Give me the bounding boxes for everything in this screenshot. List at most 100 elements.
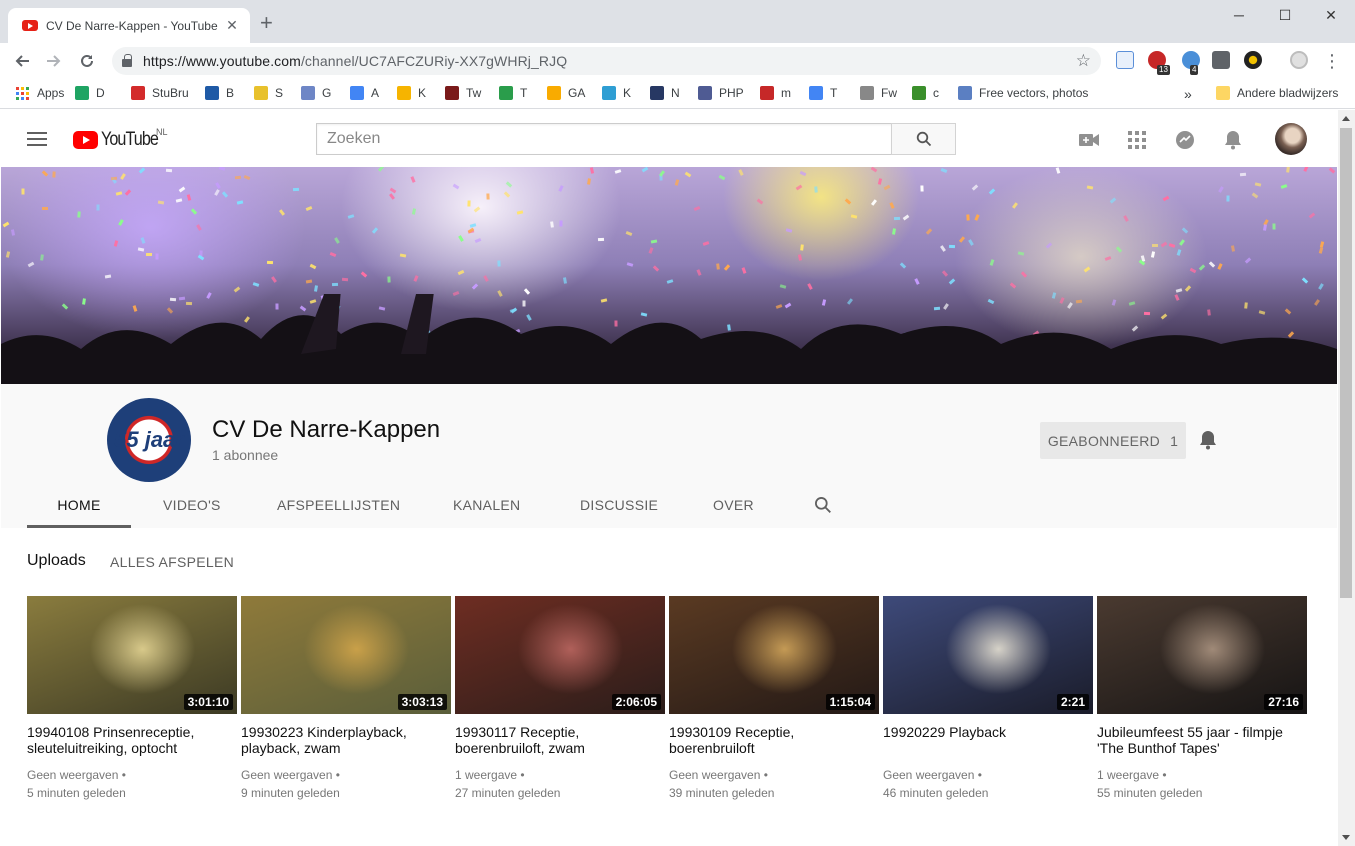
video-card[interactable]: 3:01:10 19940108 Prinsenreceptie, sleutel… xyxy=(27,596,237,802)
browser-tab[interactable]: CV De Narre-Kappen - YouTube ✕ xyxy=(8,8,250,43)
messages-icon[interactable] xyxy=(1173,128,1197,152)
video-card[interactable]: 27:16 Jubileumfeest 55 jaar - filmpje 'Th… xyxy=(1097,596,1307,802)
bookmark-item[interactable]: A xyxy=(350,86,379,100)
bookmarks-overflow-button[interactable]: » xyxy=(1184,86,1192,102)
browser-menu-icon[interactable]: ⋮ xyxy=(1320,49,1344,73)
page-scrollbar[interactable] xyxy=(1338,110,1355,846)
uploads-title[interactable]: Uploads xyxy=(27,552,86,570)
close-window-button[interactable]: ✕ xyxy=(1308,0,1354,30)
confetti-piece xyxy=(1160,241,1168,248)
bookmark-item[interactable]: PHP xyxy=(698,86,744,100)
maximize-button[interactable]: ☐ xyxy=(1262,0,1308,30)
bookmark-item[interactable]: Fw xyxy=(860,86,897,100)
search-input[interactable]: Zoeken xyxy=(316,123,892,155)
tab-videos[interactable]: VIDEO'S xyxy=(163,482,221,528)
video-thumbnail[interactable]: 3:03:13 xyxy=(241,596,451,714)
bookmark-item[interactable]: Free vectors, photos xyxy=(958,86,1088,100)
bookmark-item[interactable]: B xyxy=(205,86,234,100)
search-icon xyxy=(916,131,931,147)
bookmark-star-icon[interactable]: ☆ xyxy=(1076,51,1091,71)
video-age: 5 minuten geleden xyxy=(27,786,126,800)
confetti-piece xyxy=(1020,271,1028,278)
bookmark-item[interactable]: S xyxy=(254,86,283,100)
video-thumbnail[interactable]: 27:16 xyxy=(1097,596,1307,714)
new-tab-button[interactable]: + xyxy=(260,12,273,34)
subscribed-button[interactable]: GEABONNEERD 1 xyxy=(1040,422,1186,459)
confetti-piece xyxy=(1218,186,1224,193)
scroll-down-arrow-icon[interactable] xyxy=(1342,835,1350,840)
tab-discussion[interactable]: DISCUSSIE xyxy=(580,482,658,528)
confetti-piece xyxy=(1104,256,1112,261)
confetti-piece xyxy=(252,282,260,287)
scrollbar-thumb[interactable] xyxy=(1340,128,1352,598)
confetti-piece xyxy=(558,185,564,192)
channel-notification-bell-icon[interactable] xyxy=(1199,430,1217,455)
bookmark-item[interactable]: G xyxy=(301,86,331,100)
youtube-logo[interactable]: YouTube NL xyxy=(73,127,168,151)
confetti-piece xyxy=(214,189,220,196)
forward-button[interactable] xyxy=(42,49,66,73)
confetti-piece xyxy=(614,169,622,174)
bookmark-item[interactable]: GA xyxy=(547,86,585,100)
back-button[interactable] xyxy=(10,49,34,73)
search-button[interactable] xyxy=(891,123,956,155)
tab-about[interactable]: OVER xyxy=(713,482,754,528)
bookmark-item[interactable]: T xyxy=(499,86,527,100)
c-icon xyxy=(912,86,926,100)
bookmark-item[interactable]: K xyxy=(397,86,426,100)
bookmark-item[interactable]: StuBru xyxy=(131,86,189,100)
video-thumbnail[interactable]: 2:21 xyxy=(883,596,1093,714)
video-thumbnail[interactable]: 3:01:10 xyxy=(27,596,237,714)
minimize-button[interactable]: ─ xyxy=(1216,0,1262,30)
bookmark-item[interactable]: N xyxy=(650,86,680,100)
video-thumbnail[interactable]: 1:15:04 xyxy=(669,596,879,714)
scroll-up-arrow-icon[interactable] xyxy=(1342,116,1350,121)
profile-avatar-icon[interactable] xyxy=(1290,51,1308,69)
tab-home[interactable]: HOME xyxy=(27,482,131,528)
video-title[interactable]: 19920229 Playback xyxy=(883,724,1093,756)
video-title[interactable]: 19930109 Receptie, boerenbruiloft xyxy=(669,724,879,756)
notifications-bell-icon[interactable] xyxy=(1221,128,1245,152)
video-card[interactable]: 1:15:04 19930109 Receptie, boerenbruiloft… xyxy=(669,596,879,802)
video-thumbnail[interactable]: 2:06:05 xyxy=(455,596,665,714)
bookmark-item[interactable]: m xyxy=(760,86,791,100)
tab-channels[interactable]: KANALEN xyxy=(453,482,520,528)
extension-icon[interactable] xyxy=(1244,51,1262,69)
bookmark-item[interactable]: T xyxy=(809,86,837,100)
confetti-piece xyxy=(155,253,159,260)
tab-playlists[interactable]: AFSPEELLIJSTEN xyxy=(277,482,400,528)
confetti-piece xyxy=(877,178,883,185)
bookmark-item[interactable]: Tw xyxy=(445,86,481,100)
create-video-icon[interactable] xyxy=(1077,128,1101,152)
tab-close-icon[interactable]: ✕ xyxy=(224,17,240,34)
bookmark-item[interactable]: c xyxy=(912,86,939,100)
video-age: 55 minuten geleden xyxy=(1097,786,1203,800)
extension-icon[interactable] xyxy=(1116,51,1134,69)
video-meta: 1 weergave • 27 minuten geleden xyxy=(455,766,665,802)
video-title[interactable]: 19940108 Prinsenreceptie, sleuteluitreik… xyxy=(27,724,237,756)
channel-avatar[interactable]: 55 jaar xyxy=(107,398,191,482)
video-title[interactable]: 19930117 Receptie, boerenbruiloft, zwam xyxy=(455,724,665,756)
extension-icon[interactable] xyxy=(1212,51,1230,69)
hamburger-menu-icon[interactable] xyxy=(27,132,47,146)
confetti-piece xyxy=(360,271,368,278)
bookmark-item[interactable]: K xyxy=(602,86,631,100)
video-card[interactable]: 2:06:05 19930117 Receptie, boerenbruiloft… xyxy=(455,596,665,802)
user-avatar[interactable] xyxy=(1275,123,1307,155)
video-title[interactable]: Jubileumfeest 55 jaar - filmpje 'The Bun… xyxy=(1097,724,1307,756)
video-duration: 1:15:04 xyxy=(825,694,875,710)
apps-grid-icon[interactable] xyxy=(1125,128,1149,152)
reload-button[interactable] xyxy=(75,49,99,73)
bookmark-apps[interactable]: Apps xyxy=(16,86,64,100)
video-card[interactable]: 3:03:13 19930223 Kinderplayback, playback… xyxy=(241,596,451,802)
video-card[interactable]: 2:21 19920229 Playback Geen weergaven • 46 … xyxy=(883,596,1093,802)
confetti-piece xyxy=(113,240,119,247)
confetti-piece xyxy=(1189,267,1197,274)
address-bar[interactable]: https://www.youtube.com/channel/UC7AFCZU… xyxy=(112,47,1101,75)
video-meta: Geen weergaven • 46 minuten geleden xyxy=(883,766,1093,802)
bookmark-other-folder[interactable]: Andere bladwijzers xyxy=(1216,86,1338,100)
bookmark-item[interactable]: D xyxy=(75,86,105,100)
play-all-button[interactable]: ALLES AFSPELEN xyxy=(110,554,234,570)
video-title[interactable]: 19930223 Kinderplayback, playback, zwam xyxy=(241,724,451,756)
channel-search-icon[interactable] xyxy=(814,482,832,528)
